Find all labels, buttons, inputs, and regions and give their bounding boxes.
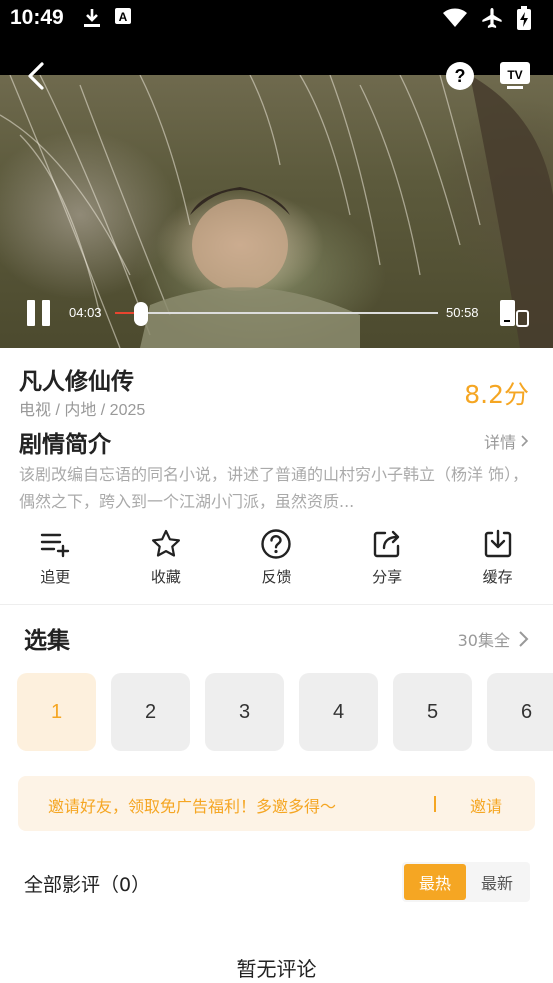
fullscreen-icon[interactable] (498, 298, 530, 328)
tv-cast-icon[interactable]: TV (498, 60, 532, 92)
show-score: 8.2分 (464, 380, 529, 409)
follow-label: 追更 (40, 568, 71, 586)
episodes-all-link[interactable]: 30集全 (458, 627, 529, 651)
seek-bar[interactable] (115, 302, 438, 326)
episode-list: 1 2 3 4 5 6 (17, 673, 553, 751)
review-sort-tabs: 最热 最新 (402, 862, 530, 902)
synopsis-heading: 剧情简介 (19, 432, 111, 458)
empty-reviews-text: 暂无评论 (236, 957, 317, 981)
follow-icon (41, 533, 70, 558)
star-icon (151, 529, 180, 557)
download-notification-icon (84, 9, 100, 27)
battery-charging-icon (517, 6, 531, 30)
status-bar: 10:49 A (0, 0, 553, 38)
question-icon (261, 529, 292, 559)
back-icon[interactable] (20, 60, 52, 92)
total-time: 50:58 (446, 305, 479, 320)
status-right-icons (443, 6, 531, 30)
follow-button[interactable]: 追更 (0, 528, 111, 592)
share-button[interactable]: 分享 (332, 528, 443, 592)
reviews-heading: 全部影评（0） (24, 874, 151, 896)
status-time: 10:49 (10, 6, 64, 29)
svg-text:TV: TV (507, 68, 522, 82)
favorite-button[interactable]: 收藏 (111, 528, 222, 592)
episode-item[interactable]: 2 (111, 673, 190, 751)
share-label: 分享 (372, 568, 403, 586)
invite-text: 邀请好友，领取免广告福利！多邀多得～ (48, 797, 337, 816)
status-left-icons: A (82, 7, 132, 29)
download-label: 缓存 (482, 568, 513, 586)
invite-button[interactable]: 邀请 (470, 793, 502, 817)
favorite-label: 收藏 (150, 568, 181, 586)
pause-icon[interactable] (26, 299, 52, 327)
episode-item[interactable]: 1 (17, 673, 96, 751)
download-button[interactable]: 缓存 (442, 528, 553, 592)
chevron-right-icon (519, 631, 529, 647)
episodes-heading: 选集 (24, 628, 70, 654)
sort-hot-tab[interactable]: 最热 (404, 864, 466, 900)
synopsis-detail-link[interactable]: 详情 (484, 429, 529, 453)
episode-item[interactable]: 6 (487, 673, 553, 751)
invite-banner: 邀请好友，领取免广告福利！多邀多得～ 邀请 (18, 776, 535, 831)
seek-thumb[interactable] (133, 302, 148, 326)
episodes-total: 30集全 (457, 631, 510, 650)
chevron-right-icon (521, 435, 529, 447)
svg-text:A: A (119, 10, 128, 24)
show-meta: 电视 / 内地 / 2025 (19, 402, 146, 419)
svg-text:?: ? (455, 66, 466, 86)
wifi-icon (443, 8, 467, 27)
episode-item[interactable]: 3 (205, 673, 284, 751)
help-icon[interactable]: ? (444, 60, 476, 92)
feedback-label: 反馈 (261, 568, 292, 586)
video-player[interactable]: ? TV 04:03 50:58 (0, 38, 553, 348)
episode-item[interactable]: 5 (393, 673, 472, 751)
synopsis-text[interactable]: 该剧改编自忘语的同名小说，讲述了普通的山村穷小子韩立（杨洋 饰），偶然之下，跨入… (19, 461, 529, 515)
share-icon (373, 530, 400, 558)
current-time: 04:03 (69, 305, 102, 320)
detail-label: 详情 (483, 433, 516, 452)
download-icon (484, 529, 511, 558)
app-notification-icon: A (115, 8, 131, 24)
invite-separator (434, 796, 436, 812)
episode-item[interactable]: 4 (299, 673, 378, 751)
section-divider (0, 604, 553, 605)
airplane-mode-icon (482, 8, 502, 28)
feedback-button[interactable]: 反馈 (221, 528, 332, 592)
show-title: 凡人修仙传 (19, 369, 134, 395)
player-controls: 04:03 50:58 (0, 296, 553, 330)
sort-new-tab[interactable]: 最新 (466, 864, 528, 900)
action-bar: 追更 收藏 反馈 分享 缓存 (0, 528, 553, 592)
